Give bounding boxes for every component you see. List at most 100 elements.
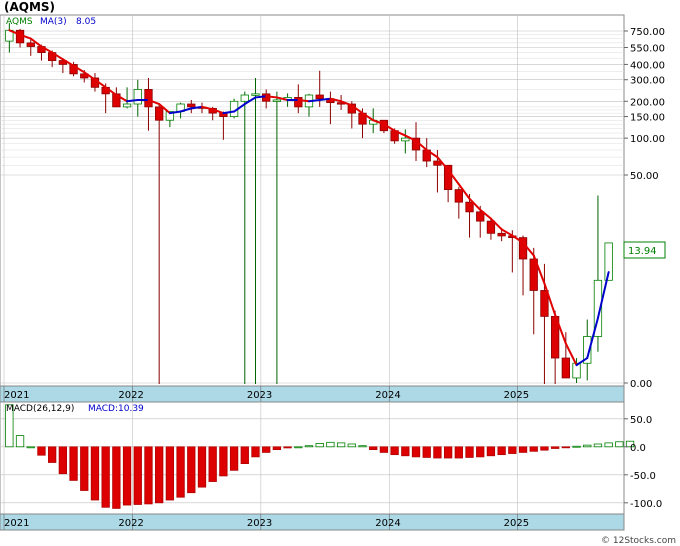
macd-bar (369, 446, 378, 450)
macd-bar (508, 446, 517, 454)
macd-bar (272, 446, 282, 450)
macd-y-tick-label: -100.0 (630, 499, 662, 510)
ma-segment (126, 98, 139, 103)
candle-body (187, 103, 196, 108)
macd-bar (37, 446, 46, 456)
candle-body (251, 93, 260, 96)
x-axis-label: 2021 (4, 518, 29, 529)
macd-bar (208, 446, 217, 482)
macd-bar (69, 446, 78, 481)
ma-segment (254, 95, 268, 99)
price-y-tick-label: 300.00 (630, 76, 665, 87)
macd-bar (197, 446, 207, 488)
macd-bar (561, 446, 570, 449)
macd-value-label: MACD:10.39 (88, 404, 144, 414)
macd-bar (593, 443, 603, 448)
macd-bar (615, 441, 624, 448)
macd-bar (572, 445, 581, 448)
macd-bar (518, 446, 528, 453)
ma-segment (318, 97, 332, 101)
candle-body (497, 232, 506, 237)
macd-bar (101, 446, 110, 508)
price-panel (0, 14, 625, 387)
candle-body (26, 42, 35, 47)
candle-body (155, 106, 164, 121)
legend-ma-label: MA(3) (40, 17, 67, 27)
macd-y-tick-label: 0.0 (630, 443, 646, 454)
candle-body (272, 99, 282, 102)
macd-bar (476, 446, 485, 458)
macd-bar (486, 446, 496, 457)
candle-body (476, 211, 485, 222)
macd-bar (122, 446, 132, 506)
macd-bar (80, 446, 89, 491)
x-axis-label: 2022 (118, 518, 143, 529)
chart-title: (AQMS) (4, 0, 55, 14)
macd-bar (262, 446, 271, 453)
macd-bar (315, 443, 324, 448)
macd-bar (401, 446, 410, 457)
price-y-tick-label: 50.00 (630, 171, 659, 182)
macd-y-tick-label: -50.0 (630, 471, 656, 482)
ma-segment (265, 95, 278, 99)
macd-bar (443, 446, 453, 459)
x-axis-label: 2021 (4, 390, 29, 401)
macd-bar (229, 446, 239, 471)
macd-bar (187, 446, 196, 494)
macd-bar (15, 435, 25, 448)
ma-segment (308, 98, 321, 103)
macd-label: MACD(26,12,9) (6, 404, 74, 414)
macd-bar (144, 446, 153, 505)
price-x-axis-band (0, 385, 625, 403)
macd-bar (251, 446, 260, 458)
macd-x-axis-band (0, 513, 625, 531)
macd-bar (604, 442, 613, 448)
macd-bar (411, 446, 421, 458)
candle-body (465, 201, 474, 213)
macd-bar (155, 446, 164, 504)
macd-bar (26, 446, 35, 449)
candle-body (540, 290, 549, 317)
price-y-tick-label: 100.00 (630, 134, 665, 145)
macd-bar (497, 446, 506, 456)
candle-body (561, 357, 570, 379)
macd-bar (550, 446, 560, 449)
macd-bar (90, 446, 100, 501)
candle-body (240, 94, 249, 102)
x-axis-label: 2024 (375, 390, 400, 401)
footer-credit: © 12Stocks.com (601, 536, 676, 546)
macd-bar (540, 446, 549, 451)
price-y-axis: 750.00 550.00 400.00 300.00 200.00 150.00 100.… (624, 27, 665, 390)
candle-body (144, 89, 153, 108)
price-y-tick-label: 200.00 (630, 97, 665, 108)
x-axis-label: 2025 (504, 390, 529, 401)
macd-bar (133, 446, 142, 505)
candle-body (401, 137, 410, 142)
candle-body (486, 220, 496, 234)
last-price-label: 13.94 (628, 246, 657, 257)
macd-bar (219, 446, 228, 477)
macd-bar (165, 446, 175, 501)
macd-bar (48, 446, 57, 463)
macd-bar (304, 445, 314, 448)
macd-bar (583, 444, 592, 448)
macd-y-axis: 50.0 0.0 -50.0 -100.0 (624, 415, 662, 510)
stock-chart: (AQMS) AQMS MA(3) 8.05 750.00 550.00 400.0… (0, 0, 676, 546)
candle-body (294, 97, 303, 108)
price-y-tick-label: 400.00 (630, 60, 665, 71)
price-y-tick-label: 550.00 (630, 43, 665, 54)
macd-bar (358, 445, 367, 448)
candle-body (454, 189, 463, 203)
price-y-tick-label: 750.00 (630, 27, 665, 38)
macd-bar (379, 446, 389, 453)
macd-bar (465, 446, 474, 458)
macd-bar (347, 443, 356, 448)
macd-bar (454, 446, 463, 459)
price-y-tick-label: 0.00 (630, 379, 652, 390)
macd-bar (390, 446, 399, 456)
macd-bar (283, 446, 292, 449)
macd-bar (176, 446, 185, 498)
x-axis-label: 2023 (247, 518, 272, 529)
macd-bar (433, 446, 442, 459)
price-y-tick-label: 150.00 (630, 113, 665, 124)
